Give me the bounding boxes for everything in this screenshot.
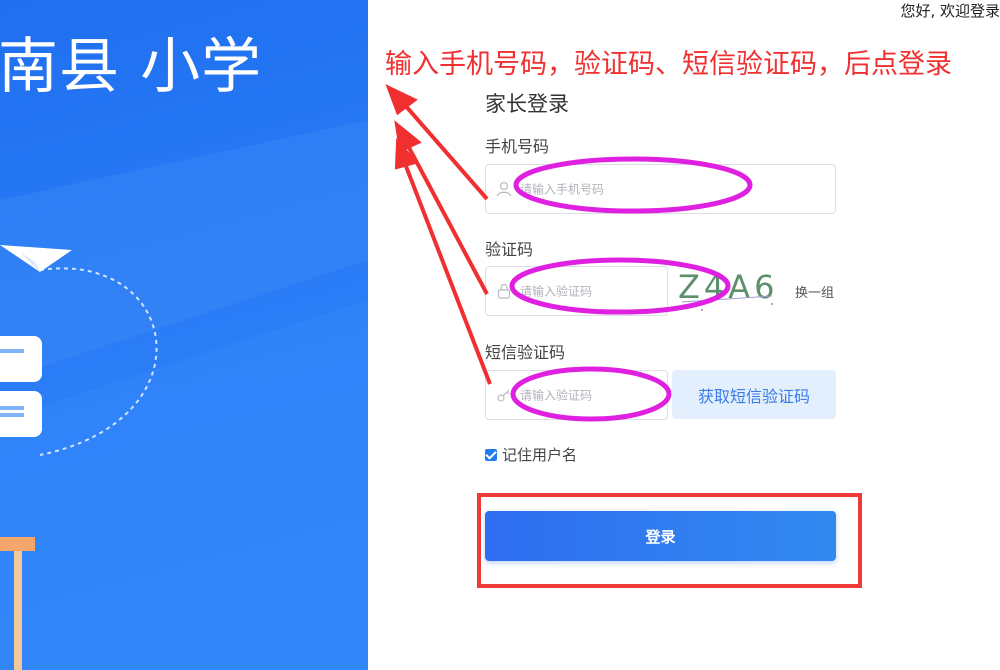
sms-label: 短信验证码 [485, 343, 566, 362]
greeting-text: 您好, 欢迎登录 [900, 2, 1000, 20]
sms-input[interactable]: 请输入验证码 [485, 370, 668, 420]
remember-checkbox[interactable] [485, 448, 497, 461]
captcha-placeholder: 请输入验证码 [520, 284, 593, 299]
phone-placeholder: 请输入手机号码 [520, 182, 605, 197]
school-title: 南县 小学 [0, 32, 263, 102]
captcha-input[interactable]: 请输入验证码 [485, 266, 668, 316]
sms-placeholder: 请输入验证码 [520, 388, 593, 403]
left-banner: 南县 小学 [0, 0, 368, 670]
instruction-annotation: 输入手机号码，验证码、短信验证码，后点登录 [385, 49, 952, 80]
captcha-image[interactable]: Z4A6 [672, 266, 790, 314]
captcha-label: 验证码 [485, 240, 534, 259]
captcha-refresh-link[interactable]: 换一组 [795, 282, 834, 301]
key-icon [497, 389, 510, 402]
remember-username[interactable]: 记住用户名 [485, 444, 577, 465]
phone-input[interactable]: 请输入手机号码 [485, 164, 836, 214]
user-icon [496, 181, 512, 197]
login-highlight-box [477, 493, 862, 588]
phone-label: 手机号码 [485, 137, 550, 156]
lock-icon [497, 283, 511, 299]
page-title: 家长登录 [485, 92, 569, 116]
captcha-text: Z4A6 [678, 268, 779, 306]
get-sms-code-button[interactable]: 获取短信验证码 [672, 370, 836, 419]
remember-label: 记住用户名 [502, 446, 578, 464]
